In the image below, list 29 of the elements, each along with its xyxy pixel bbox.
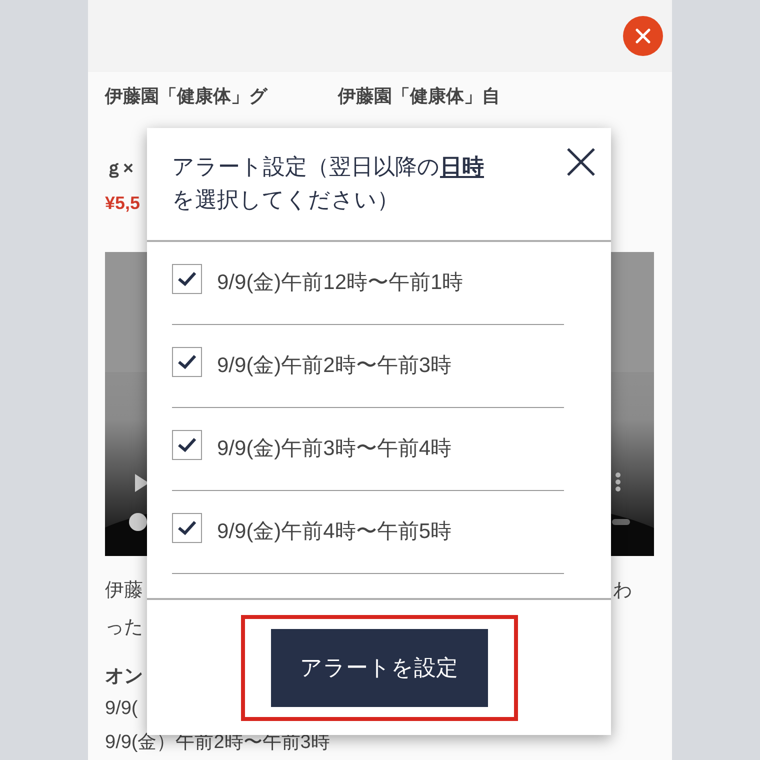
more-icon[interactable]: [615, 472, 621, 492]
check-icon: [177, 354, 197, 370]
product-price: ¥5,5: [105, 192, 140, 215]
option-checkbox[interactable]: [172, 347, 202, 377]
progress-knob-icon[interactable]: [129, 513, 147, 531]
description-text: った: [105, 616, 143, 640]
check-icon: [177, 271, 197, 287]
product-title: 伊藤園「健康体」自: [338, 85, 500, 108]
option-label[interactable]: 9/9(金)午前4時〜午前5時: [217, 516, 452, 548]
description-text: わ: [613, 579, 633, 603]
volume-bar-icon[interactable]: [612, 519, 630, 525]
check-icon: [177, 437, 197, 453]
description-text: 伊藤: [105, 579, 143, 603]
section-heading: オン: [105, 665, 143, 689]
option-label[interactable]: 9/9(金)午前12時〜午前1時: [217, 267, 464, 299]
product-title: 伊藤園「健康体」グ: [105, 85, 267, 108]
check-icon: [177, 520, 197, 536]
option-checkbox[interactable]: [172, 430, 202, 460]
modal-title: アラート設定（翌日以降の日時: [172, 153, 484, 181]
play-icon[interactable]: [135, 474, 149, 492]
option-checkbox[interactable]: [172, 264, 202, 294]
option-label[interactable]: 9/9(金)午前2時〜午前3時: [217, 350, 452, 382]
schedule-text: 9/9(: [105, 697, 139, 721]
option-label[interactable]: 9/9(金)午前3時〜午前4時: [217, 433, 452, 465]
option-checkbox[interactable]: [172, 513, 202, 543]
product-title: ｇ×: [105, 157, 134, 180]
close-icon: [635, 28, 651, 44]
set-alert-button[interactable]: アラートを設定: [270, 628, 488, 706]
modal-title: を選択してください）: [172, 186, 399, 214]
